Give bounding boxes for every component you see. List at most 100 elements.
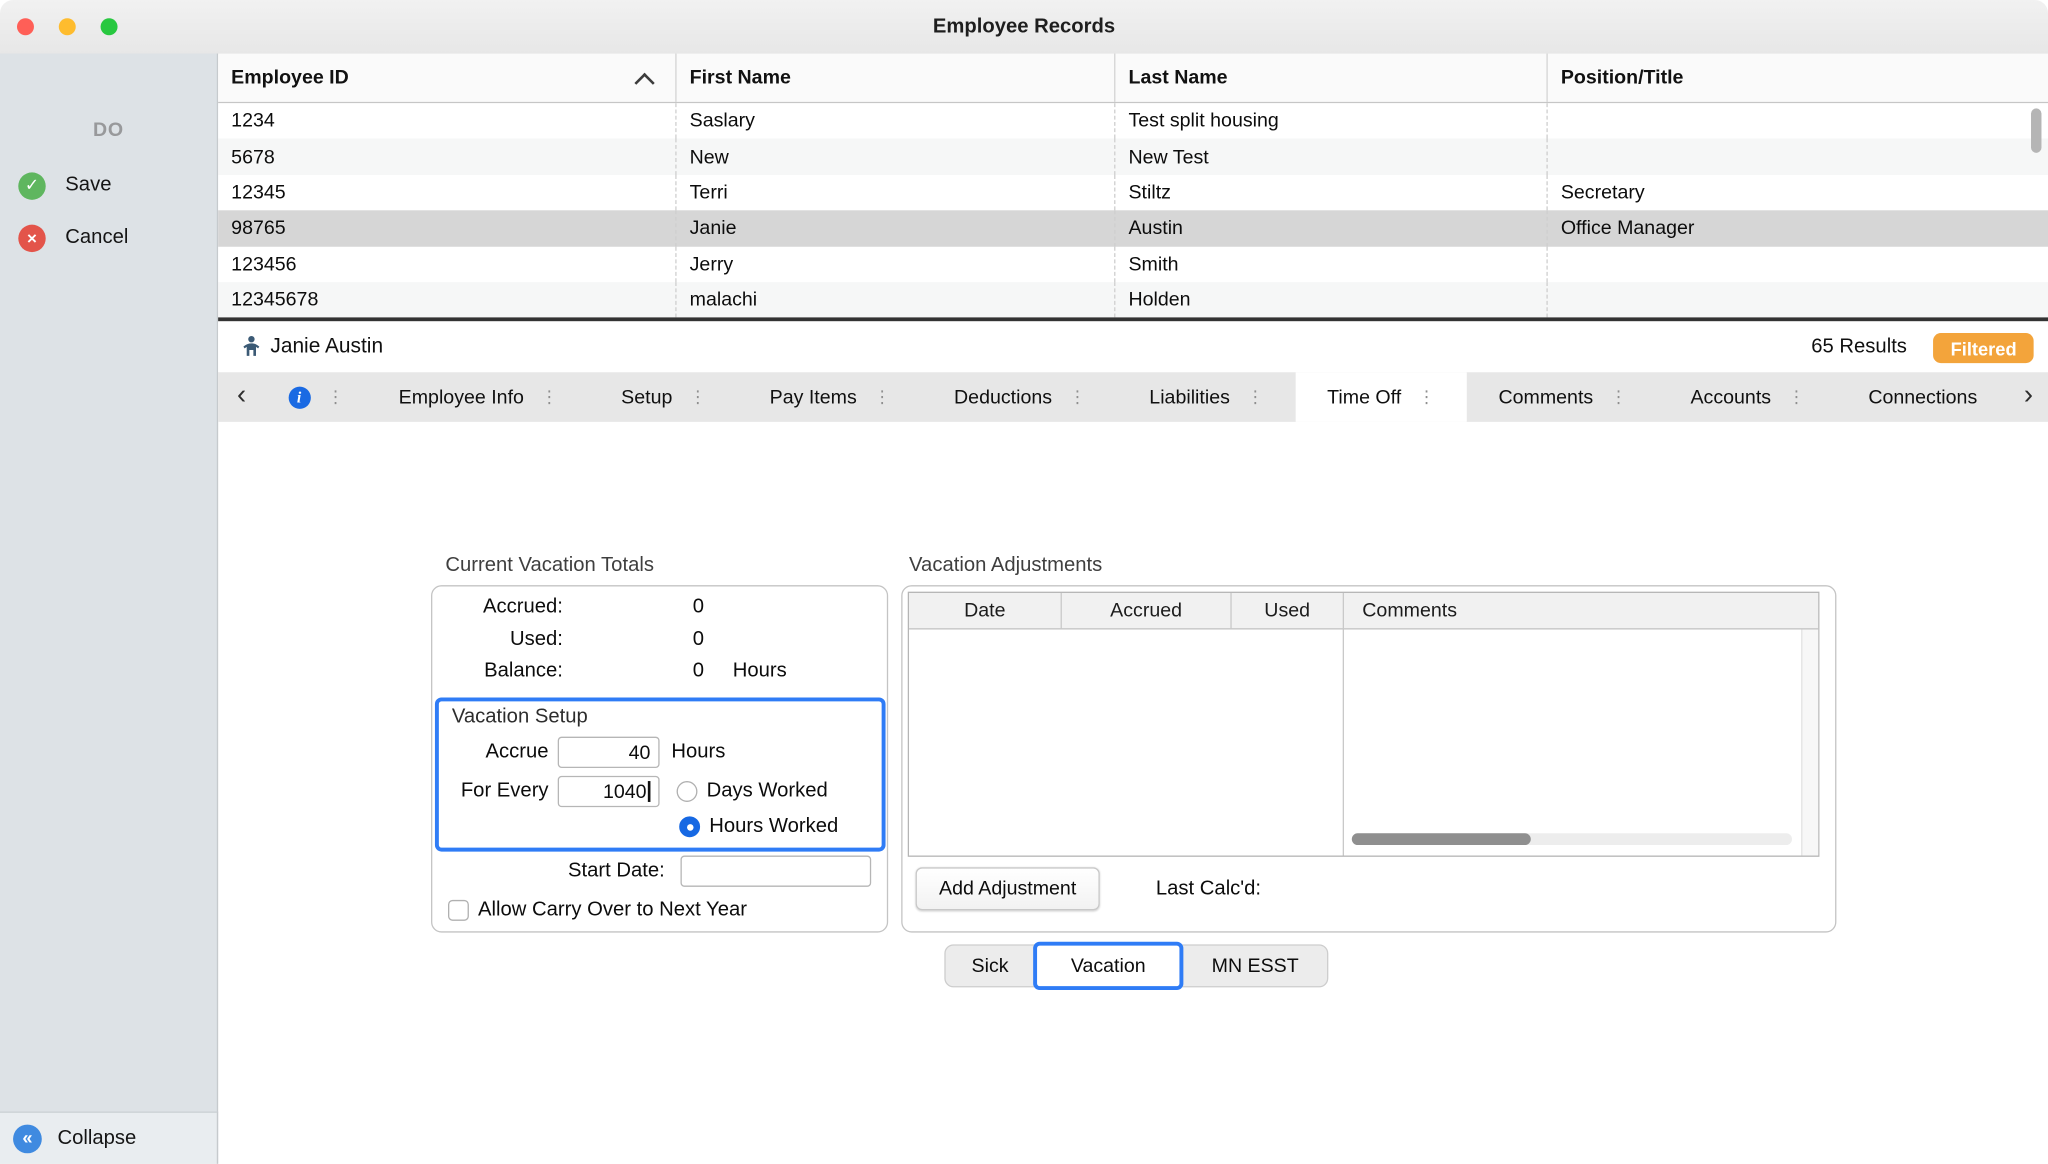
cancel-button[interactable]: × Cancel	[0, 221, 217, 255]
table-row[interactable]: 123456 Jerry Smith	[218, 246, 2048, 282]
time-off-type-segments: Sick Vacation MN ESST	[944, 944, 1328, 987]
segment-mn-esst[interactable]: MN ESST	[1182, 946, 1327, 986]
vacation-totals-group: Accrued: 0 Used: 0 Balance: 0 Hours Vaca…	[431, 585, 888, 932]
accrued-total-row: Accrued: 0	[432, 592, 887, 624]
comments-vertical-scrollbar[interactable]	[1801, 630, 1818, 856]
balance-total-row: Balance: 0 Hours	[432, 656, 887, 688]
hours-worked-radio[interactable]	[679, 816, 700, 837]
employee-records-window: Employee Records DO ✓ Save × Cancel « Co…	[0, 0, 2048, 1164]
segment-sick[interactable]: Sick	[946, 946, 1035, 986]
cell-first-name: Saslary	[675, 103, 1114, 139]
cell-position	[1546, 282, 2048, 317]
start-date-input[interactable]	[680, 856, 871, 887]
cell-employee-id: 1234	[218, 103, 675, 139]
adjustments-column-accrued: Accrued	[1061, 593, 1231, 628]
cell-first-name: Janie	[675, 211, 1114, 247]
comments-horizontal-scrollbar-thumb[interactable]	[1352, 833, 1531, 845]
tab-connections[interactable]: Connections	[1837, 372, 2009, 422]
cell-last-name: Smith	[1114, 246, 1546, 282]
column-header-first-name[interactable]: First Name	[675, 54, 1114, 102]
tab-setup[interactable]: Setup⋮	[590, 372, 738, 422]
table-row-selected[interactable]: 98765 Janie Austin Office Manager	[218, 211, 2048, 247]
cell-employee-id: 5678	[218, 139, 675, 175]
info-icon: i	[288, 386, 310, 408]
accrue-hours-input[interactable]: 40	[558, 737, 660, 768]
cell-last-name: Stiltz	[1114, 175, 1546, 211]
vacation-adjustments-title: Vacation Adjustments	[909, 554, 1102, 578]
tab-liabilities[interactable]: Liabilities⋮	[1118, 372, 1296, 422]
table-row[interactable]: 5678 New New Test	[218, 139, 2048, 175]
tab-grip-icon[interactable]: ⋮	[1610, 387, 1627, 407]
tab-label: Deductions	[954, 386, 1052, 408]
sidebar-header: DO	[0, 119, 217, 141]
filtered-badge[interactable]: Filtered	[1934, 333, 2034, 363]
tab-deductions[interactable]: Deductions ⋮	[922, 372, 1117, 422]
cell-last-name: Holden	[1114, 282, 1546, 317]
tab-comments[interactable]: Comments ⋮	[1467, 372, 1659, 422]
save-button[interactable]: ✓ Save	[0, 168, 217, 202]
column-header-employee-id[interactable]: Employee ID	[218, 54, 675, 102]
tab-pay-items[interactable]: Pay Items ⋮	[738, 372, 922, 422]
start-date-row: Start Date:	[432, 856, 871, 887]
hours-worked-label: Hours Worked	[709, 815, 838, 839]
accrue-row: Accrue 40 Hours	[439, 737, 726, 768]
for-every-input[interactable]: 1040	[558, 776, 660, 807]
tab-employee-info[interactable]: Employee Info⋮	[367, 372, 590, 422]
tab-info[interactable]: i ⋮	[265, 372, 367, 422]
tab-label: Pay Items	[770, 386, 857, 408]
cell-employee-id: 12345678	[218, 282, 675, 317]
cell-position	[1546, 139, 2048, 175]
column-header-label: Last Name	[1128, 67, 1227, 89]
tab-grip-icon[interactable]: ⋮	[1788, 387, 1805, 407]
table-row[interactable]: 12345 Terri Stiltz Secretary	[218, 175, 2048, 211]
table-scrollbar[interactable]	[2031, 106, 2044, 315]
comments-horizontal-scrollbar[interactable]	[1352, 833, 1792, 845]
tab-accounts[interactable]: Accounts ⋮	[1659, 372, 1837, 422]
accrued-label: Accrued:	[432, 596, 563, 620]
segment-vacation-selected[interactable]: Vacation	[1033, 942, 1183, 990]
collapse-button[interactable]: « Collapse	[0, 1112, 218, 1164]
vacation-setup-title: Vacation Setup	[452, 705, 588, 729]
carry-over-row: Allow Carry Over to Next Year	[448, 897, 747, 923]
tab-grip-icon[interactable]: ⋮	[1247, 387, 1264, 407]
tab-label: Comments	[1498, 386, 1593, 408]
balance-unit: Hours	[733, 660, 787, 684]
tab-grip-icon[interactable]: ⋮	[327, 387, 344, 407]
for-every-value: 1040	[603, 780, 647, 802]
accrue-hours-value: 40	[629, 741, 651, 763]
cell-position: Office Manager	[1546, 211, 2048, 247]
add-adjustment-button[interactable]: Add Adjustment	[916, 867, 1100, 910]
adjustments-column-used: Used	[1230, 593, 1342, 628]
cell-position: Secretary	[1546, 175, 2048, 211]
table-row[interactable]: 12345678 malachi Holden	[218, 282, 2048, 317]
adjustments-empty-rows-area[interactable]	[909, 630, 1343, 856]
tab-grip-icon[interactable]: ⋮	[689, 387, 706, 407]
table-scrollbar-thumb[interactable]	[2031, 108, 2041, 152]
cell-last-name: New Test	[1114, 139, 1546, 175]
days-worked-radio[interactable]	[677, 781, 698, 802]
tab-label: Accounts	[1690, 386, 1771, 408]
column-header-last-name[interactable]: Last Name	[1114, 54, 1546, 102]
tab-grip-icon[interactable]: ⋮	[1418, 387, 1435, 407]
collapse-button-label: Collapse	[57, 1127, 136, 1151]
adjustments-table: Date Accrued Used Comments	[908, 592, 1820, 857]
for-every-row: For Every 1040 Days Worked	[439, 776, 828, 807]
cell-first-name: Jerry	[675, 246, 1114, 282]
adjustments-comments-area[interactable]	[1343, 630, 1818, 856]
tabs-scroll-left-button[interactable]: ‹	[218, 372, 265, 422]
tab-grip-icon[interactable]: ⋮	[1069, 387, 1086, 407]
balance-value: 0	[563, 660, 704, 684]
employee-table-body: 1234 Saslary Test split housing 5678 New…	[218, 103, 2048, 317]
carry-over-checkbox[interactable]	[448, 900, 469, 921]
vacation-setup-group: Vacation Setup Accrue 40 Hours For Every…	[435, 697, 886, 851]
current-vacation-totals-title: Current Vacation Totals	[445, 554, 654, 578]
tab-time-off[interactable]: Time Off⋮	[1296, 372, 1467, 422]
cell-employee-id: 12345	[218, 175, 675, 211]
tab-grip-icon[interactable]: ⋮	[541, 387, 558, 407]
sort-ascending-icon	[634, 73, 654, 93]
table-row[interactable]: 1234 Saslary Test split housing	[218, 103, 2048, 139]
tab-grip-icon[interactable]: ⋮	[874, 387, 891, 407]
tabs-scroll-right-button[interactable]: ›	[2009, 372, 2048, 422]
column-header-position-title[interactable]: Position/Title	[1546, 54, 2048, 102]
cell-employee-id: 123456	[218, 246, 675, 282]
